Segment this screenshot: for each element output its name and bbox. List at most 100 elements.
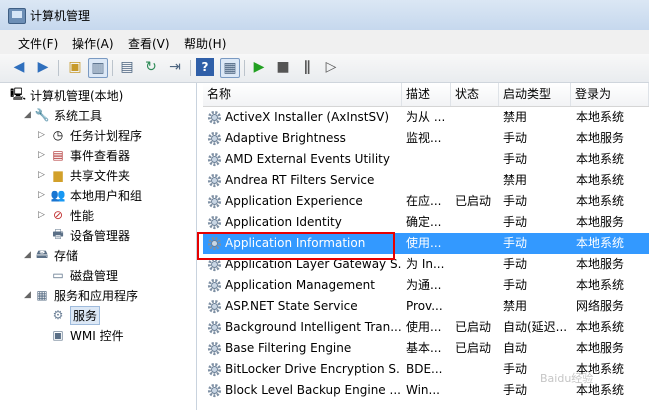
row-description <box>406 170 451 191</box>
collapse-icon[interactable]: ◢ <box>24 251 32 260</box>
expand-icon[interactable]: ▷ <box>38 211 46 220</box>
tree-item-label: 本地用户和组 <box>70 188 143 203</box>
row-name: Base Filtering Engine <box>225 341 352 355</box>
row-name: ActiveX Installer (AxInstSV) <box>225 110 390 124</box>
table-row[interactable]: Andrea RT Filters Service 禁用 本地系统 <box>203 170 649 191</box>
row-startup-type: 禁用 <box>503 173 528 187</box>
tree-item-wmi[interactable]: ▣ WMI 控件 <box>50 325 123 345</box>
help-icon[interactable]: ? <box>196 58 214 76</box>
row-startup-type: 禁用 <box>503 299 528 313</box>
collapse-icon[interactable]: ◢ <box>24 111 32 120</box>
event-viewer-icon: ▤ <box>52 148 64 162</box>
wmi-icon: ▣ <box>52 328 64 342</box>
collapse-icon[interactable]: ◢ <box>24 291 32 300</box>
row-log-on-as: 本地系统 <box>576 152 625 166</box>
table-row[interactable]: Application Identity 确定... 手动 本地服务 <box>203 212 649 233</box>
toolbar-separator <box>244 60 245 76</box>
menu-file[interactable]: 文件(F) <box>18 35 58 52</box>
row-log-on-as: 本地系统 <box>576 320 625 334</box>
gear-icon <box>207 362 222 377</box>
row-status: 已启动 <box>455 320 492 334</box>
show-tree-icon[interactable]: ▥ <box>88 58 108 78</box>
table-row[interactable]: ActiveX Installer (AxInstSV) 为从 ... 禁用 本地系统 <box>203 107 649 128</box>
tree-item-local-users[interactable]: 👥 本地用户和组 <box>50 185 143 205</box>
tree-item-device-manager[interactable]: 🖶 设备管理器 <box>50 225 130 245</box>
disk-icon: ▭ <box>52 268 64 282</box>
row-log-on-as: 本地系统 <box>576 236 625 250</box>
menu-help[interactable]: 帮助(H) <box>184 35 226 52</box>
back-arrow-icon[interactable]: ◀ <box>10 58 28 76</box>
column-status[interactable]: 状态 <box>451 83 499 106</box>
tools-icon: 🔧 <box>34 108 50 122</box>
column-startup-type[interactable]: 启动类型 <box>499 83 571 106</box>
gear-icon <box>207 383 222 398</box>
menu-action[interactable]: 操作(A) <box>72 35 114 52</box>
tree-item-system-tools[interactable]: 🔧 系统工具 <box>34 105 103 125</box>
export-list-icon[interactable]: ⇥ <box>166 58 184 76</box>
row-status <box>455 275 499 296</box>
row-description: 使用... <box>406 236 442 250</box>
toolbar-separator <box>190 60 191 76</box>
storage-icon: 🖴 <box>35 246 49 261</box>
row-startup-type: 手动 <box>503 131 528 145</box>
stop-service-icon[interactable]: ■ <box>274 58 292 76</box>
tree-item-label: 系统工具 <box>54 108 103 123</box>
row-status <box>455 149 499 170</box>
tree-item-performance[interactable]: ⊘ 性能 <box>50 205 94 225</box>
table-row[interactable]: AMD External Events Utility 手动 本地系统 <box>203 149 649 170</box>
column-description[interactable]: 描述 <box>402 83 451 106</box>
row-description: Prov... <box>406 299 443 313</box>
restart-service-icon[interactable]: ▷ <box>322 58 340 76</box>
tree-item-storage[interactable]: 🖴 存储 <box>34 245 78 265</box>
start-service-icon[interactable]: ▶ <box>250 58 268 76</box>
table-row[interactable]: ASP.NET State Service Prov... 禁用 网络服务 <box>203 296 649 317</box>
row-status <box>455 107 499 128</box>
row-name: Background Intelligent Tran... <box>225 320 401 334</box>
tree-item-task-scheduler[interactable]: ◷ 任务计划程序 <box>50 125 142 145</box>
expand-icon[interactable]: ▷ <box>38 151 46 160</box>
row-status: 已启动 <box>455 341 492 355</box>
gear-icon <box>207 341 222 356</box>
column-name[interactable]: 名称 <box>203 83 402 106</box>
row-status <box>455 380 499 401</box>
expand-icon[interactable]: ▷ <box>38 171 46 180</box>
pause-service-icon[interactable]: ∥ <box>298 58 316 76</box>
expand-icon[interactable]: ▷ <box>38 131 46 140</box>
table-row[interactable]: Application Experience 在应... 已启动 手动 本地系统 <box>203 191 649 212</box>
tree-item-label: 共享文件夹 <box>70 168 131 183</box>
table-row[interactable]: Base Filtering Engine 基本... 已启动 自动 本地服务 <box>203 338 649 359</box>
expand-icon[interactable]: ▷ <box>38 191 46 200</box>
tree-item-services-apps[interactable]: ▦ 服务和应用程序 <box>34 285 138 305</box>
row-name: Andrea RT Filters Service <box>225 173 375 187</box>
tree-item-services[interactable]: ⚙ 服务 <box>50 305 101 325</box>
row-startup-type: 自动(延迟... <box>503 320 568 334</box>
row-startup-type: 自动 <box>503 341 528 355</box>
table-row[interactable]: Application Management 为通... 手动 本地系统 <box>203 275 649 296</box>
row-name: BitLocker Drive Encryption S... <box>225 362 401 376</box>
row-startup-type: 手动 <box>503 215 528 229</box>
row-startup-type: 手动 <box>503 236 528 250</box>
highlight-box <box>197 232 395 260</box>
row-name: Application Identity <box>225 215 342 229</box>
column-log-on-as[interactable]: 登录为 <box>571 83 649 106</box>
row-status <box>455 233 499 254</box>
tree-item-shared-folders[interactable]: ▆ 共享文件夹 <box>50 165 130 185</box>
action-pane-icon[interactable]: ▦ <box>220 58 240 78</box>
refresh-icon[interactable]: ↻ <box>142 58 160 76</box>
tree-root[interactable]: 🖳 计算机管理(本地) <box>10 85 123 105</box>
gear-icon <box>207 320 222 335</box>
row-startup-type: 手动 <box>503 278 528 292</box>
row-log-on-as: 本地服务 <box>576 131 625 145</box>
tree-item-label: 服务和应用程序 <box>54 288 139 303</box>
table-row[interactable]: Adaptive Brightness 监视... 手动 本地服务 <box>203 128 649 149</box>
tree-item-label: 任务计划程序 <box>70 128 143 143</box>
forward-arrow-icon[interactable]: ▶ <box>34 58 52 76</box>
menu-view[interactable]: 查看(V) <box>128 35 170 52</box>
tree-item-event-viewer[interactable]: ▤ 事件查看器 <box>50 145 130 165</box>
tree-item-disk-management[interactable]: ▭ 磁盘管理 <box>50 265 118 285</box>
up-folder-icon[interactable]: ▣ <box>66 58 84 76</box>
table-row[interactable]: Background Intelligent Tran... 使用... 已启动 自动… <box>203 317 649 338</box>
row-status <box>455 359 499 380</box>
properties-icon[interactable]: ▤ <box>118 58 136 76</box>
list-header: 名称 描述 状态 启动类型 登录为 <box>203 83 649 107</box>
